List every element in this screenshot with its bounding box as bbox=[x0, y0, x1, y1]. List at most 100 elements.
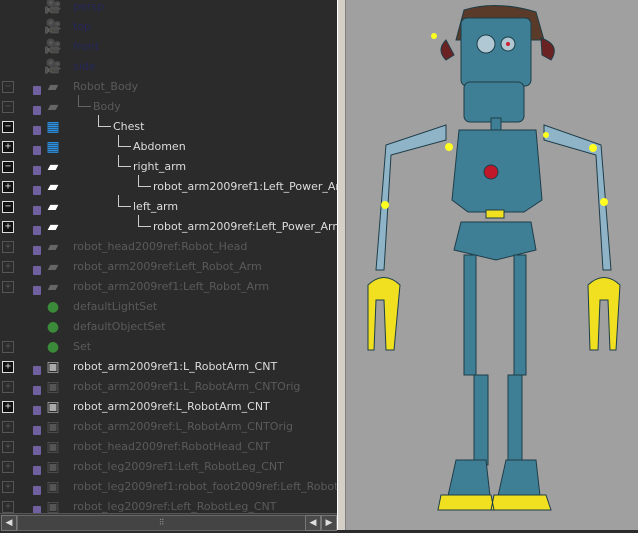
outliner-item-label[interactable]: robot_arm2009ref:Left_Power_Arm bbox=[153, 220, 337, 233]
outliner-item-label[interactable]: Set bbox=[73, 340, 91, 353]
outliner-row[interactable]: 🎥 persp bbox=[0, 0, 337, 17]
outliner-row[interactable]: − ▰ left_arm bbox=[0, 195, 337, 217]
outliner-row[interactable]: + ▣ robot_leg2009ref1:robot_foot2009ref:Le… bbox=[0, 477, 337, 497]
shape-node-icon bbox=[33, 106, 41, 115]
outliner-item-label[interactable]: robot_leg2009ref1:robot_foot2009ref:Left… bbox=[73, 480, 337, 493]
transform-icon: ▰ bbox=[47, 99, 59, 115]
outliner-row[interactable]: ● defaultObjectSet bbox=[0, 317, 337, 337]
expand-icon[interactable]: + bbox=[2, 281, 14, 293]
outliner-item-label[interactable]: persp bbox=[73, 0, 104, 13]
tree-connector bbox=[118, 155, 131, 167]
collapse-icon[interactable]: − bbox=[2, 201, 14, 213]
outliner-item-label[interactable]: robot_arm2009ref:L_RobotArm_CNT bbox=[73, 400, 270, 413]
outliner-row[interactable]: − ▰ Robot_Body bbox=[0, 77, 337, 97]
outliner-row[interactable]: + ▰ robot_arm2009ref1:Left_Robot_Arm bbox=[0, 277, 337, 297]
outliner-row[interactable]: 🎥 side bbox=[0, 57, 337, 77]
shape-node-icon bbox=[33, 486, 41, 495]
expand-icon[interactable]: + bbox=[2, 141, 14, 153]
expand-icon[interactable]: + bbox=[2, 441, 14, 453]
shape-node-icon bbox=[33, 86, 41, 95]
outliner-item-label[interactable]: right_arm bbox=[133, 160, 186, 173]
expand-icon[interactable]: + bbox=[2, 241, 14, 253]
expand-icon[interactable]: + bbox=[2, 401, 14, 413]
outliner-row[interactable]: + ▣ robot_leg2009ref:Left_RobotLeg_CNT bbox=[0, 497, 337, 513]
collapse-icon[interactable]: − bbox=[2, 121, 14, 133]
outliner-item-label[interactable]: robot_arm2009ref1:Left_Robot_Arm bbox=[73, 280, 269, 293]
shape-node-icon bbox=[33, 506, 41, 513]
container-icon: ▣ bbox=[46, 359, 60, 375]
outliner-item-label[interactable]: robot_leg2009ref:Left_RobotLeg_CNT bbox=[73, 500, 276, 513]
outliner-row[interactable]: + ▣ robot_leg2009ref1:Left_RobotLeg_CNT bbox=[0, 457, 337, 477]
outliner-item-label[interactable]: top bbox=[73, 20, 91, 33]
3d-viewport[interactable] bbox=[346, 0, 638, 530]
expand-icon[interactable]: + bbox=[2, 341, 14, 353]
outliner-item-label[interactable]: Abdomen bbox=[133, 140, 186, 153]
collapse-icon[interactable]: − bbox=[2, 81, 14, 93]
outliner-item-label[interactable]: robot_head2009ref:Robot_Head bbox=[73, 240, 247, 253]
outliner-item-label[interactable]: robot_arm2009ref:Left_Robot_Arm bbox=[73, 260, 262, 273]
outliner-item-label[interactable]: defaultObjectSet bbox=[73, 320, 166, 333]
outliner-row[interactable]: ● defaultLightSet bbox=[0, 297, 337, 317]
shape-node-icon bbox=[33, 186, 41, 195]
container-icon: ▣ bbox=[46, 459, 60, 475]
outliner-item-label[interactable]: Robot_Body bbox=[73, 80, 138, 93]
expand-icon[interactable]: + bbox=[2, 381, 14, 393]
outliner-row[interactable]: + ▰ robot_head2009ref:Robot_Head bbox=[0, 237, 337, 257]
outliner-item-label[interactable]: Body bbox=[93, 100, 121, 113]
outliner-item-label[interactable]: left_arm bbox=[133, 200, 178, 213]
outliner-item-label[interactable]: defaultLightSet bbox=[73, 300, 157, 313]
expand-icon[interactable]: + bbox=[2, 421, 14, 433]
outliner-row[interactable]: − ▰ Body bbox=[0, 95, 337, 117]
panel-splitter[interactable] bbox=[337, 0, 346, 530]
collapse-icon[interactable]: − bbox=[2, 101, 14, 113]
outliner-item-label[interactable]: robot_arm2009ref1:L_RobotArm_CNTOrig bbox=[73, 380, 300, 393]
outliner-row[interactable]: − ▰ right_arm bbox=[0, 155, 337, 177]
outliner-row[interactable]: + ▣ robot_arm2009ref:L_RobotArm_CNTOrig bbox=[0, 417, 337, 437]
shape-node-icon bbox=[33, 446, 41, 455]
scroll-left-button[interactable]: ◀ bbox=[1, 515, 17, 531]
outliner-item-label[interactable]: robot_leg2009ref1:Left_RobotLeg_CNT bbox=[73, 460, 284, 473]
outliner-row[interactable]: + ▰ robot_arm2009ref:Left_Power_Arm bbox=[0, 215, 337, 237]
outliner-item-label[interactable]: robot_arm2009ref:L_RobotArm_CNTOrig bbox=[73, 420, 293, 433]
expand-icon[interactable]: + bbox=[2, 361, 14, 373]
expand-icon[interactable]: + bbox=[2, 181, 14, 193]
shape-node-icon bbox=[33, 426, 41, 435]
outliner-item-label[interactable]: robot_arm2009ref1:Left_Power_Arm bbox=[153, 180, 337, 193]
expand-icon[interactable]: + bbox=[2, 261, 14, 273]
outliner-row[interactable]: + ● Set bbox=[0, 337, 337, 357]
expand-icon[interactable]: + bbox=[2, 221, 14, 233]
outliner-item-label[interactable]: Chest bbox=[113, 120, 144, 133]
outliner-row[interactable]: + ▦ Abdomen bbox=[0, 135, 337, 157]
set-icon: ● bbox=[46, 339, 60, 355]
tree-connector bbox=[118, 135, 131, 147]
outliner-item-label[interactable]: robot_arm2009ref1:L_RobotArm_CNT bbox=[73, 360, 277, 373]
expand-icon[interactable]: + bbox=[2, 461, 14, 473]
scroll-right-button[interactable]: ▶ bbox=[321, 515, 337, 531]
container-icon: ▣ bbox=[46, 479, 60, 495]
outliner-row[interactable]: 🎥 front bbox=[0, 37, 337, 57]
transform-icon: ▰ bbox=[47, 279, 59, 295]
outliner-item-label[interactable]: front bbox=[73, 40, 99, 53]
outliner-row[interactable]: + ▣ robot_arm2009ref1:L_RobotArm_CNTOrig bbox=[0, 377, 337, 397]
scroll-thumb[interactable]: ⠿ bbox=[17, 515, 306, 531]
outliner-row[interactable]: + ▰ robot_arm2009ref1:Left_Power_Arm bbox=[0, 175, 337, 197]
tree-connector bbox=[138, 215, 151, 227]
transform-icon: ▰ bbox=[47, 79, 59, 95]
outliner-row[interactable]: 🎥 top bbox=[0, 17, 337, 37]
outliner-row[interactable]: + ▰ robot_arm2009ref:Left_Robot_Arm bbox=[0, 257, 337, 277]
outliner-row[interactable]: − ▦ Chest bbox=[0, 115, 337, 137]
collapse-icon[interactable]: − bbox=[2, 161, 14, 173]
outliner-row[interactable]: + ▣ robot_arm2009ref1:L_RobotArm_CNT bbox=[0, 357, 337, 377]
scroll-prev-button[interactable]: ◀ bbox=[305, 515, 321, 531]
horizontal-scrollbar[interactable]: ◀ ⠿ ◀ ▶ bbox=[0, 513, 337, 531]
tree-connector bbox=[78, 95, 91, 107]
outliner-panel[interactable]: 🎥 persp 🎥 top 🎥 front 🎥 side − ▰ Robot_Body − ▰ Body −… bbox=[0, 0, 337, 513]
outliner-item-label[interactable]: robot_head2009ref:RobotHead_CNT bbox=[73, 440, 270, 453]
outliner-row[interactable]: + ▣ robot_head2009ref:RobotHead_CNT bbox=[0, 437, 337, 457]
outliner-row[interactable]: + ▣ robot_arm2009ref:L_RobotArm_CNT bbox=[0, 397, 337, 417]
outliner-item-label[interactable]: side bbox=[73, 60, 96, 73]
expand-icon[interactable]: + bbox=[2, 501, 14, 513]
expand-icon[interactable]: + bbox=[2, 481, 14, 493]
tree-connector bbox=[118, 195, 131, 207]
shape-node-icon bbox=[33, 386, 41, 395]
